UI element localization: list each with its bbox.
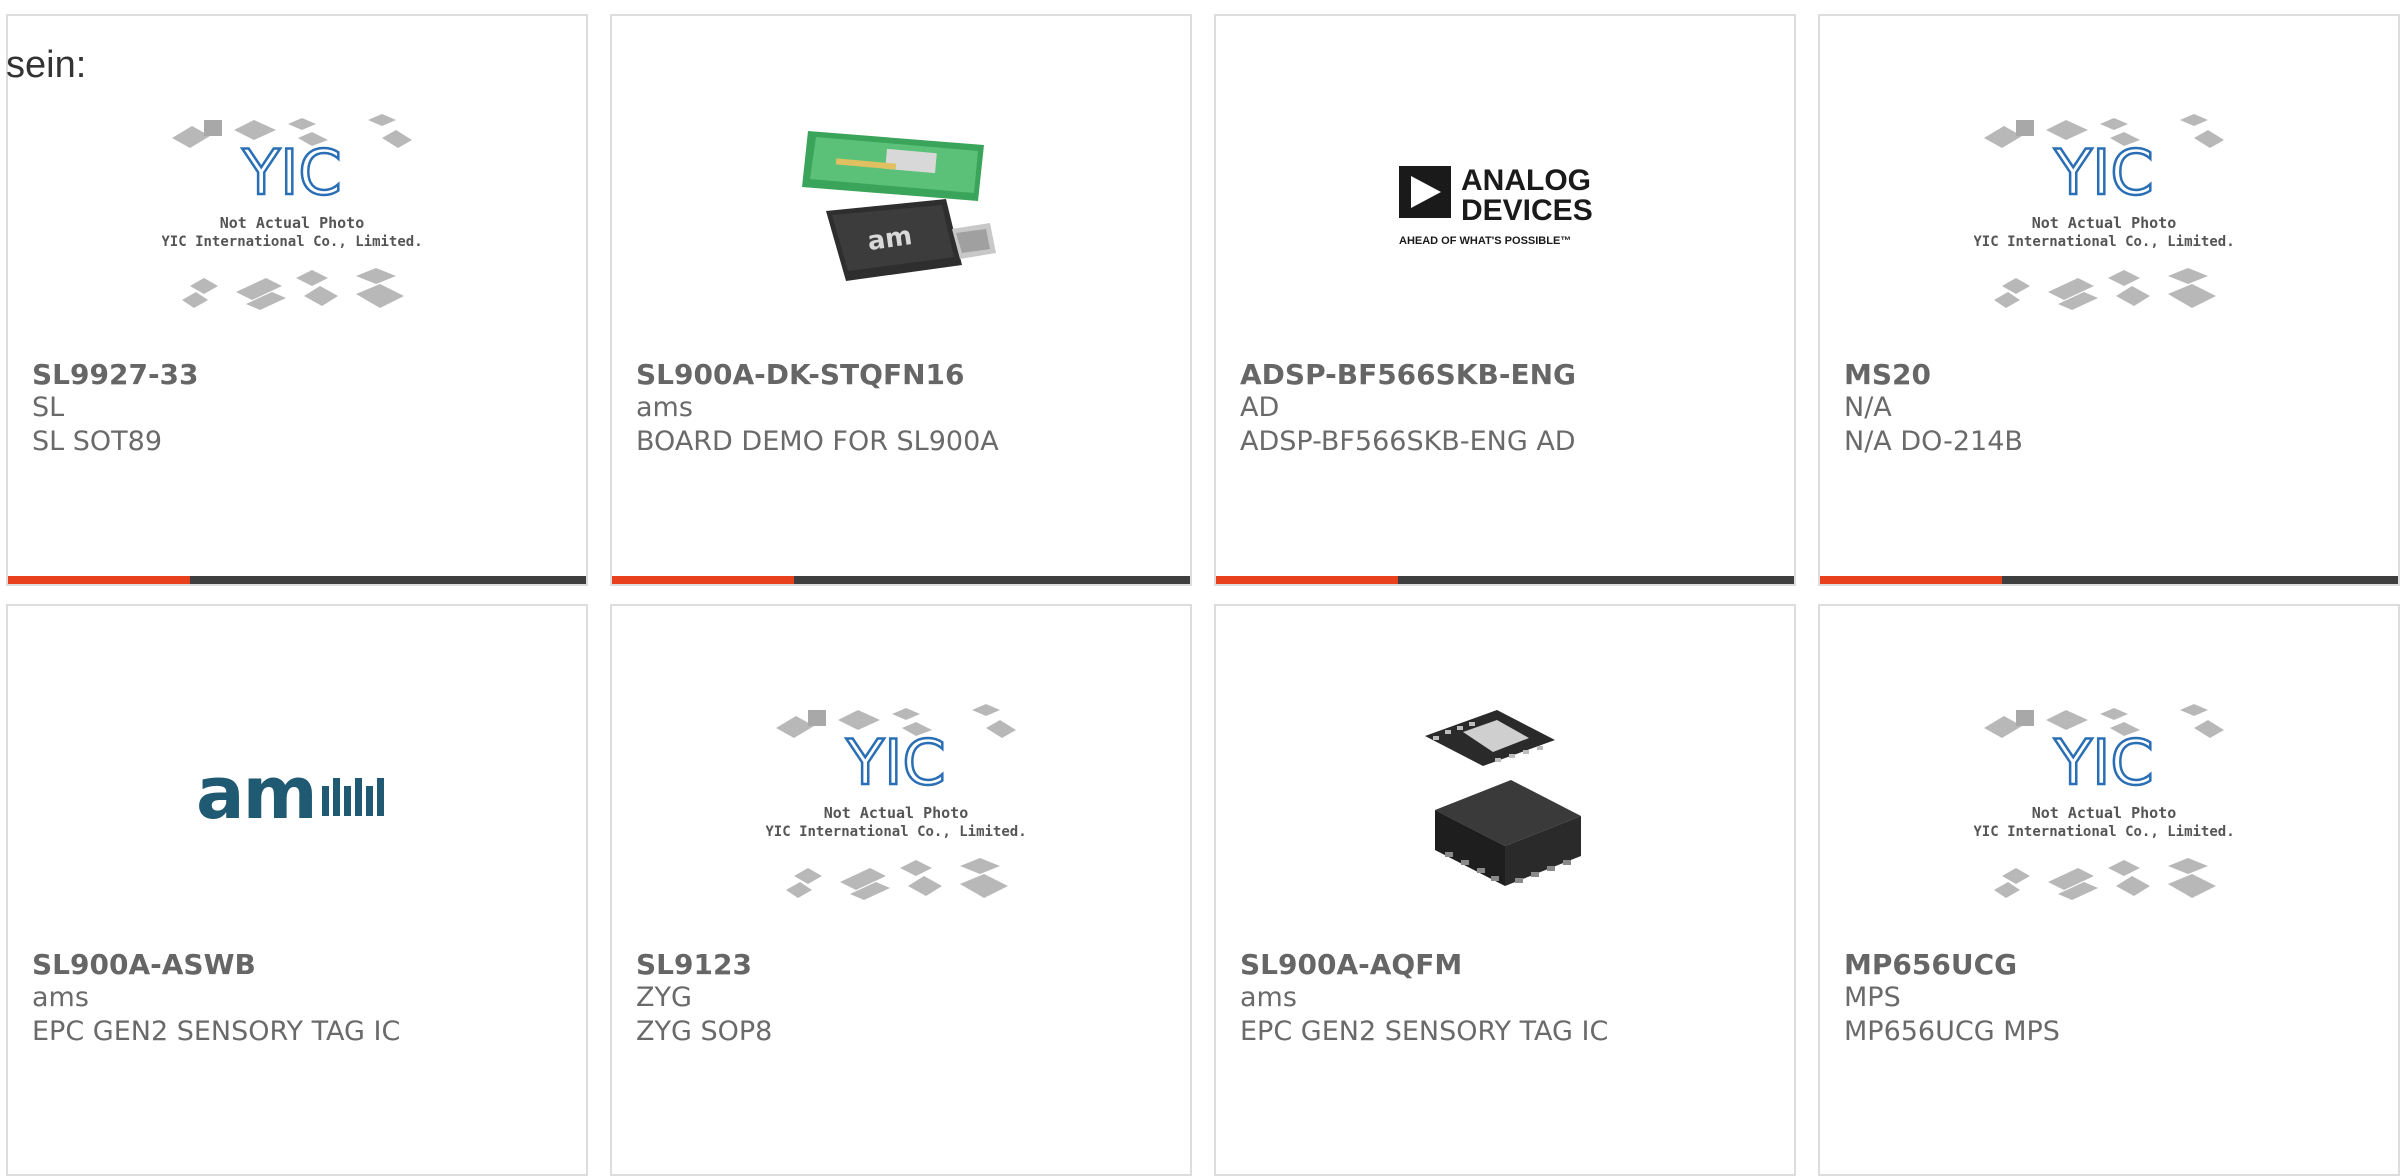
manufacturer: SL bbox=[32, 392, 65, 423]
product-card[interactable]: ANALOG DEVICES AHEAD OF WHAT'S POSSIBLE™… bbox=[1214, 14, 1796, 586]
product-image-placeholder[interactable]: YIC Not Actual Photo YIC International C… bbox=[8, 56, 586, 356]
product-card[interactable]: YIC Not Actual Photo YIC International C… bbox=[610, 604, 1192, 1176]
ams-logo: am bbox=[196, 756, 316, 835]
description: BOARD DEMO FOR SL900A bbox=[636, 426, 999, 457]
accent-bar bbox=[8, 576, 190, 584]
placeholder-line-1: Not Actual Photo bbox=[2032, 214, 2177, 232]
description: ADSP-BF566SKB-ENG AD bbox=[1240, 426, 1576, 457]
part-number-link[interactable]: ADSP-BF566SKB-ENG bbox=[1240, 358, 1576, 391]
product-image-placeholder[interactable]: YIC Not Actual Photo YIC International C… bbox=[612, 646, 1190, 946]
placeholder-line-1: Not Actual Photo bbox=[824, 804, 969, 822]
accent-bar bbox=[612, 576, 794, 584]
yic-logo: YIC bbox=[2053, 136, 2153, 209]
placeholder-line-2: YIC International Co., Limited. bbox=[1974, 824, 2235, 840]
placeholder-line-2: YIC International Co., Limited. bbox=[1974, 234, 2235, 250]
description: N/A DO-214B bbox=[1844, 426, 2023, 457]
ams-text: am bbox=[866, 221, 914, 257]
product-card[interactable]: YIC Not Actual Photo YIC International C… bbox=[1818, 604, 2400, 1176]
part-number-link[interactable]: SL9927-33 bbox=[32, 358, 199, 391]
description: SL SOT89 bbox=[32, 426, 163, 457]
manufacturer: MPS bbox=[1844, 982, 1901, 1013]
manufacturer: ams bbox=[32, 982, 89, 1013]
manufacturer: N/A bbox=[1844, 392, 1892, 423]
yic-logo: YIC bbox=[241, 136, 341, 209]
product-image-placeholder[interactable]: YIC Not Actual Photo YIC International C… bbox=[1820, 56, 2398, 356]
placeholder-line-2: YIC International Co., Limited. bbox=[162, 234, 423, 250]
accent-bar bbox=[1820, 576, 2002, 584]
description: EPC GEN2 SENSORY TAG IC bbox=[32, 1016, 401, 1047]
card-footer-bar bbox=[612, 576, 1190, 584]
product-card[interactable]: YIC Not Actual Photo YIC International C… bbox=[6, 14, 588, 586]
part-number-link[interactable]: SL900A-DK-STQFN16 bbox=[636, 358, 964, 391]
product-image-qfn-chip[interactable] bbox=[1216, 646, 1794, 946]
card-footer-bar bbox=[1820, 576, 2398, 584]
yic-logo: YIC bbox=[2053, 726, 2153, 799]
logo-line-2: DEVICES bbox=[1461, 194, 1593, 227]
part-number-link[interactable]: SL900A-ASWB bbox=[32, 948, 256, 981]
accent-bar bbox=[1216, 576, 1398, 584]
description: ZYG SOP8 bbox=[636, 1016, 773, 1047]
description: MP656UCG MPS bbox=[1844, 1016, 2060, 1047]
description: EPC GEN2 SENSORY TAG IC bbox=[1240, 1016, 1609, 1047]
logo-tagline: AHEAD OF WHAT'S POSSIBLE™ bbox=[1399, 235, 1571, 247]
placeholder-line-1: Not Actual Photo bbox=[2032, 804, 2177, 822]
product-card[interactable]: am SL900A-ASWB ams EPC GEN2 SENSORY TAG … bbox=[6, 604, 588, 1176]
product-image-analog-devices-logo[interactable]: ANALOG DEVICES AHEAD OF WHAT'S POSSIBLE™ bbox=[1216, 56, 1794, 356]
partial-heading: sein: bbox=[6, 44, 87, 86]
yic-logo: YIC bbox=[845, 726, 945, 799]
product-card[interactable]: SL900A-AQFM ams EPC GEN2 SENSORY TAG IC bbox=[1214, 604, 1796, 1176]
product-image-placeholder[interactable]: YIC Not Actual Photo YIC International C… bbox=[1820, 646, 2398, 946]
part-number-link[interactable]: MP656UCG bbox=[1844, 948, 2017, 981]
part-number-link[interactable]: MS20 bbox=[1844, 358, 1931, 391]
part-number-link[interactable]: SL900A-AQFM bbox=[1240, 948, 1462, 981]
part-number-link[interactable]: SL9123 bbox=[636, 948, 752, 981]
placeholder-line-1: Not Actual Photo bbox=[220, 214, 365, 232]
manufacturer: ams bbox=[1240, 982, 1297, 1013]
product-card[interactable]: am SL900A-DK-STQFN16 ams BOARD DEMO FOR … bbox=[610, 14, 1192, 586]
card-footer-bar bbox=[8, 576, 586, 584]
card-footer-bar bbox=[1216, 576, 1794, 584]
manufacturer: AD bbox=[1240, 392, 1280, 423]
product-image-usb-demo-board[interactable]: am bbox=[612, 56, 1190, 356]
logo-line-1: ANALOG bbox=[1461, 164, 1591, 197]
product-card[interactable]: YIC Not Actual Photo YIC International C… bbox=[1818, 14, 2400, 586]
manufacturer: ams bbox=[636, 392, 693, 423]
product-image-ams-logo[interactable]: am bbox=[8, 646, 586, 946]
manufacturer: ZYG bbox=[636, 982, 692, 1013]
placeholder-line-2: YIC International Co., Limited. bbox=[766, 824, 1027, 840]
